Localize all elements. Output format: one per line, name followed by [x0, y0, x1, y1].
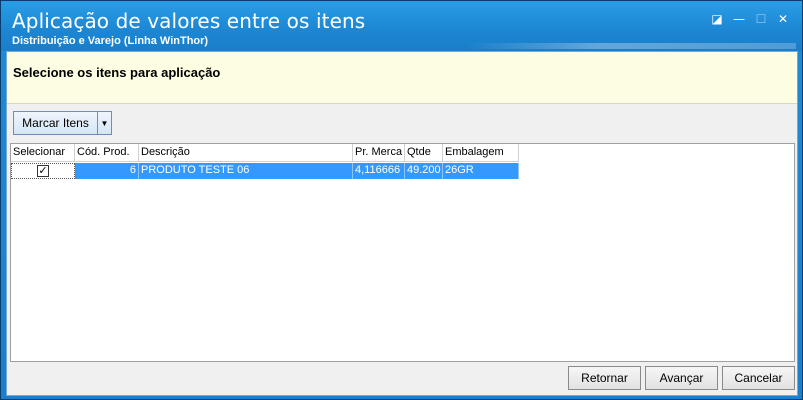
table-row[interactable]: ✓ 6 PRODUTO TESTE 06 4,116666 49.200 26G…: [11, 163, 519, 179]
restore-icon[interactable]: ◪: [706, 11, 728, 27]
pr-merca-cell: 4,116666: [353, 163, 405, 179]
retornar-button[interactable]: Retornar: [568, 366, 641, 390]
column-header-qtde[interactable]: Qtde: [405, 144, 443, 162]
footer-bar: Retornar Avançar Cancelar: [7, 362, 797, 395]
column-header-embalagem[interactable]: Embalagem: [443, 144, 519, 162]
window-controls: ◪ — ☐ ✕: [706, 11, 794, 27]
cod-prod-cell: 6: [75, 163, 139, 179]
close-icon[interactable]: ✕: [772, 11, 794, 27]
chevron-down-icon[interactable]: ▼: [98, 112, 111, 134]
avancar-button[interactable]: Avançar: [645, 366, 718, 390]
instruction-panel: Selecione os itens para aplicação: [7, 52, 797, 104]
title-bar-decoration: [466, 43, 796, 49]
instruction-text: Selecione os itens para aplicação: [13, 65, 221, 80]
title-bar[interactable]: Aplicação de valores entre os itens Dist…: [1, 1, 802, 51]
window-subtitle: Distribuição e Varejo (Linha WinThor): [12, 35, 209, 47]
row-select-checkbox[interactable]: ✓: [37, 165, 49, 177]
maximize-icon[interactable]: ☐: [750, 11, 772, 27]
column-header-selecionar[interactable]: Selecionar: [11, 144, 75, 162]
select-cell: ✓: [11, 163, 75, 179]
window-title: Aplicação de valores entre os itens: [12, 9, 366, 33]
embalagem-cell: 26GR: [443, 163, 519, 179]
mark-items-button[interactable]: Marcar Itens: [14, 112, 98, 134]
column-header-descricao[interactable]: Descrição: [139, 144, 353, 162]
mark-items-split-button: Marcar Itens ▼: [13, 111, 112, 135]
column-header-pr-merca[interactable]: Pr. Merca: [353, 144, 405, 162]
cancelar-button[interactable]: Cancelar: [722, 366, 795, 390]
client-area: Selecione os itens para aplicação Marcar…: [6, 51, 798, 396]
minimize-icon[interactable]: —: [728, 11, 750, 27]
column-header-cod-prod[interactable]: Cód. Prod.: [75, 144, 139, 162]
grid-header: Selecionar Cód. Prod. Descrição Pr. Merc…: [11, 144, 519, 162]
qtde-cell: 49.200: [405, 163, 443, 179]
app-window: Aplicação de valores entre os itens Dist…: [0, 0, 803, 400]
descricao-cell: PRODUTO TESTE 06: [139, 163, 353, 179]
items-grid[interactable]: Selecionar Cód. Prod. Descrição Pr. Merc…: [10, 143, 795, 362]
